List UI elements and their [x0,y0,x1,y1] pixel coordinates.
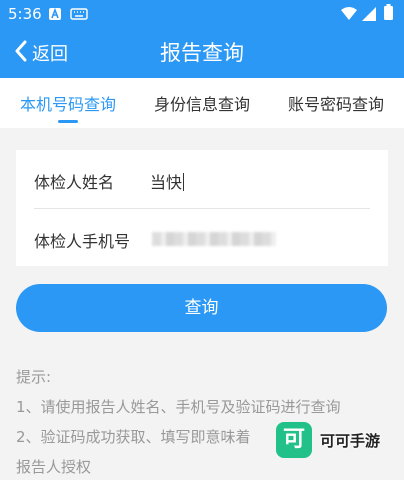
phone-input[interactable] [152,232,276,246]
tab-account-password-query[interactable]: 账号密码查询 [276,78,396,128]
watermark-logo-icon: 可 [276,422,312,458]
phone-label: 体检人手机号 [34,232,131,251]
watermark-text: 可可手游 [320,432,381,450]
name-input[interactable]: 当快 [150,169,185,193]
navigation-bar: 返回 报告查询 [0,28,404,78]
wifi-icon [341,6,357,25]
back-button[interactable]: 返回 [14,28,68,78]
tip-line-3: 报告人授权 [16,458,92,476]
name-label: 体检人姓名 [34,173,115,192]
query-button[interactable]: 查询 [16,284,387,332]
text-cursor [183,173,185,191]
a-notification-icon [48,6,62,25]
query-tabs: 本机号码查询 身份信息查询 账号密码查询 [0,78,404,128]
tip-line-2: 2、验证码成功获取、填写即意味着 [16,428,251,446]
chevron-left-icon [14,40,28,66]
active-tab-indicator [58,120,78,123]
battery-icon [384,4,393,24]
watermark: 可 可可手游 [276,420,386,460]
app-header: 5:36 返回 报告查询 [0,0,404,78]
query-form: 体检人姓名 当快 体检人手机号 [16,150,388,266]
form-divider [34,208,370,209]
status-time: 5:36 [8,5,42,23]
cellular-signal-icon [362,6,376,25]
tip-line-1: 1、请使用报告人姓名、手机号及验证码进行查询 [16,398,341,416]
back-label: 返回 [32,44,68,65]
tab-identity-query[interactable]: 身份信息查询 [142,78,262,128]
status-bar: 5:36 [0,0,404,28]
tips-heading: 提示: [16,368,52,386]
name-input-value: 当快 [150,173,183,192]
keyboard-icon [70,6,88,25]
